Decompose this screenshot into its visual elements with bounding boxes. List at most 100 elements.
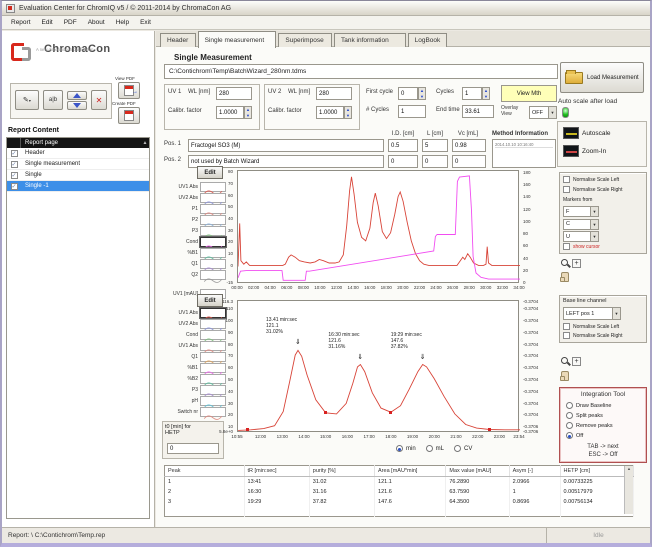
radio-icon[interactable]	[566, 432, 573, 439]
plus-icon[interactable]: +	[572, 259, 581, 268]
peak-boundary-marker[interactable]	[324, 411, 327, 414]
led-indicator[interactable]	[562, 107, 569, 118]
report-row[interactable]: ✓Single -1	[7, 181, 149, 192]
pos2-vc-field[interactable]: 0	[452, 155, 486, 168]
delete-page-button[interactable]: ✕	[91, 90, 107, 110]
pos2-l-field[interactable]: 0	[422, 155, 448, 168]
radio-icon[interactable]	[454, 445, 461, 452]
marker-dropdown-u[interactable]: U▼	[563, 231, 599, 242]
integration-radio-split-peaks[interactable]: Split peaks	[566, 412, 603, 419]
hand-icon[interactable]	[561, 272, 569, 282]
baseline-dropdown[interactable]: LEFT pos 1 ▼	[563, 307, 621, 320]
menu-item-exit[interactable]: Exit	[140, 19, 151, 26]
first-cycle-input[interactable]: 0	[398, 87, 418, 100]
report-row[interactable]: ✓Header	[7, 148, 149, 159]
end-time-input[interactable]: 33.61	[462, 105, 494, 118]
checkbox[interactable]: ✓	[11, 172, 18, 179]
radio-icon[interactable]	[566, 422, 573, 429]
baseline-normalise-right-row[interactable]: Normalise Scale Right	[563, 332, 622, 339]
peak-table-row[interactable]: 319:2937.82147.664.35000.86960.00756134	[165, 497, 634, 507]
load-measurement-button[interactable]: Load Measurement	[560, 62, 644, 93]
dropdown-arrow-icon[interactable]: ▼	[590, 220, 598, 229]
marker-dropdown-c[interactable]: C▼	[563, 219, 599, 230]
peak-boundary-marker[interactable]	[389, 411, 392, 414]
report-row[interactable]: ✓Single measurement	[7, 159, 149, 170]
checkbox[interactable]	[563, 323, 570, 330]
num-cycles-input[interactable]: 1	[398, 105, 426, 118]
pos1-name-field[interactable]: Fractogel SO3 (M)	[188, 139, 384, 152]
checkbox[interactable]: ✓	[11, 161, 18, 168]
pos1-l-field[interactable]: 5	[422, 139, 448, 152]
peak-boundary-marker[interactable]	[488, 428, 491, 431]
pos1-vc-field[interactable]: 0.98	[452, 139, 486, 152]
view-pdf-button[interactable]	[118, 82, 140, 99]
report-row[interactable]: ✓Single	[7, 170, 149, 181]
pos2-id-field[interactable]: 0	[388, 155, 418, 168]
dropdown-arrow-icon[interactable]: ▼	[590, 207, 598, 216]
menu-item-help[interactable]: Help	[116, 19, 129, 26]
plus-icon[interactable]: +	[572, 357, 581, 366]
chart2-plot[interactable]: 13.41 min:sec121.131.02%⇓16:30 min:sec12…	[237, 300, 519, 432]
dropdown-arrow-icon[interactable]: ▼	[590, 232, 598, 241]
checkbox[interactable]: ✓	[11, 183, 18, 190]
uv2-calib-spinner[interactable]: ▲▼	[344, 106, 352, 119]
baseline-normalise-left-row[interactable]: Normalise Scale Left	[563, 323, 619, 330]
checkbox[interactable]: ✓	[11, 150, 18, 157]
create-pdf-button[interactable]	[118, 107, 140, 124]
marker-dropdown-f[interactable]: F▼	[563, 206, 599, 217]
chart1-plot[interactable]	[237, 170, 519, 283]
magnifier-plus-icon[interactable]	[561, 357, 570, 366]
normalise-left-row[interactable]: Normalise Scale Left	[563, 176, 619, 183]
rename-button[interactable]: a|b	[43, 90, 63, 110]
dropdown-arrow-icon[interactable]: ▼	[612, 308, 620, 319]
autoscale-label[interactable]: Autoscale	[582, 130, 611, 137]
checkbox[interactable]	[563, 186, 570, 193]
normalise-right-row[interactable]: Normalise Scale Right	[563, 186, 622, 193]
overlay-view-dropdown[interactable]: OFF ▼	[529, 106, 557, 119]
cycles-spinner[interactable]: ▲▼	[482, 87, 490, 100]
peak-table-scrollbar[interactable]: ▲	[624, 466, 633, 514]
uv1-wl-input[interactable]: 280	[216, 87, 252, 100]
pos1-id-field[interactable]: 0.5	[388, 139, 418, 152]
zoom-in-label[interactable]: Zoom-In	[582, 148, 606, 155]
peak-boundary-marker[interactable]	[246, 428, 249, 431]
uv2-wl-input[interactable]: 280	[316, 87, 352, 100]
move-down-button[interactable]	[67, 101, 87, 110]
uv1-calib-spinner[interactable]: ▲▼	[244, 106, 252, 119]
peak-table-row[interactable]: 113:4131.02121.176.28902.09660.00733225	[165, 477, 634, 487]
radio-icon[interactable]	[566, 402, 573, 409]
cycles-input[interactable]: 1	[462, 87, 482, 100]
menu-item-pdf[interactable]: PDF	[64, 19, 77, 26]
peak-table-row[interactable]: 216:3031.16121.663.759010.00517979	[165, 487, 634, 497]
menu-item-about[interactable]: About	[88, 19, 105, 26]
hetp-input[interactable]: 0	[167, 443, 219, 454]
edit-pen-button[interactable]: ✎▾	[15, 90, 39, 110]
magnifier-plus-icon[interactable]	[561, 259, 570, 268]
menu-item-edit[interactable]: Edit	[42, 19, 53, 26]
checkbox[interactable]	[563, 176, 570, 183]
tab-superimpose[interactable]: Superimpose	[278, 33, 332, 47]
integration-radio-draw-baseline[interactable]: Draw Baseline	[566, 402, 611, 409]
view-mth-button[interactable]: View Mth	[501, 85, 557, 102]
radio-icon[interactable]	[566, 412, 573, 419]
zoom-in-icon[interactable]	[563, 145, 579, 157]
integration-radio-remove-peaks[interactable]: Remove peaks	[566, 422, 613, 429]
radio-icon[interactable]	[396, 445, 403, 452]
move-up-button[interactable]	[67, 91, 87, 100]
tab-header[interactable]: Header	[160, 33, 196, 47]
unit-radio-mL[interactable]: mL	[426, 445, 444, 452]
unit-radio-CV[interactable]: CV	[454, 445, 472, 452]
radio-icon[interactable]	[426, 445, 433, 452]
autoscale-icon[interactable]	[563, 127, 579, 139]
tab-logbook[interactable]: LogBook	[408, 33, 447, 47]
hand-icon[interactable]	[561, 371, 569, 381]
show-cursor-row[interactable]: show cursor	[563, 243, 600, 250]
tab-tank-information[interactable]: Tank information	[334, 33, 406, 47]
file-path-field[interactable]: C:\Contichrom\Temp\BatchWizard_280nm.tdm…	[164, 64, 558, 79]
first-cycle-spinner[interactable]: ▲▼	[418, 87, 426, 100]
uv1-calib-input[interactable]: 1.0000	[216, 106, 244, 119]
unit-radio-min[interactable]: min	[396, 445, 416, 452]
dropdown-arrow-icon[interactable]: ▼	[548, 107, 556, 118]
uv2-calib-input[interactable]: 1.0000	[316, 106, 344, 119]
scroll-up-icon[interactable]: ▲	[627, 466, 631, 471]
